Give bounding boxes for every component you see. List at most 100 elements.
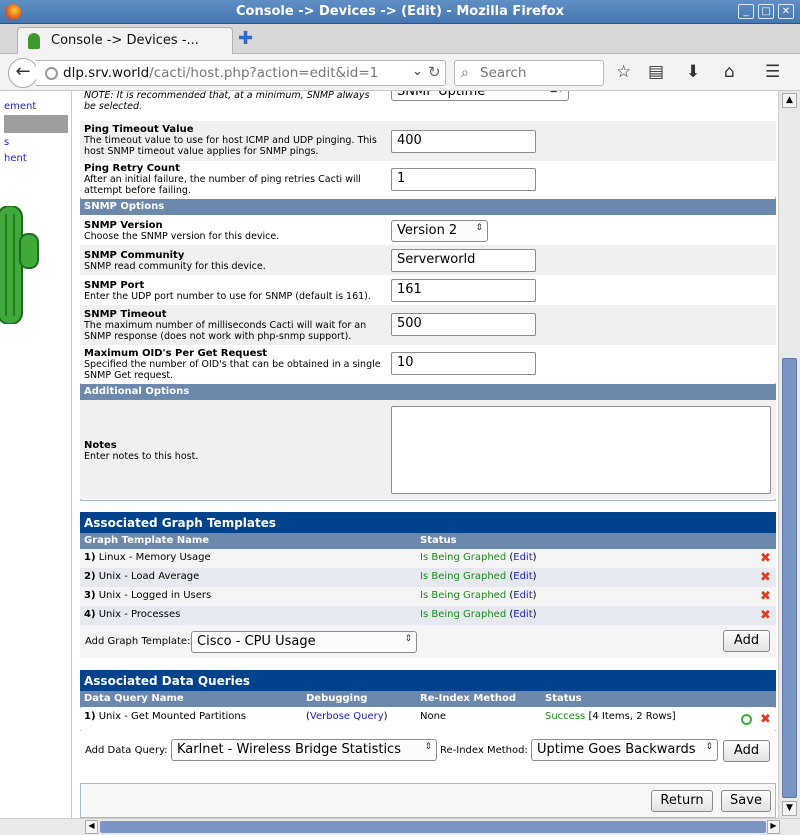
bookmark-star-icon[interactable]: ☆ [616,62,631,82]
horizontal-scrollbar[interactable]: ◀ ▶ [0,818,800,835]
ping-timeout-input[interactable]: 400 [391,130,536,153]
sidebar: ement s hent [0,91,72,818]
form-row-snmp-version: SNMP Version Choose the SNMP version for … [80,215,776,245]
vertical-scrollbar[interactable]: ▲ ▼ [778,91,800,818]
col-data-query-name: Data Query Name [84,693,184,704]
edit-link[interactable]: Edit [513,552,532,563]
ping-retry-label: Ping Retry Count [84,163,180,174]
scrollbar-thumb[interactable] [782,358,797,798]
new-tab-icon[interactable]: ✚ [238,28,253,49]
table-row: 3) Unix - Logged in Users Is Being Graph… [80,587,776,606]
menu-icon[interactable]: ☰ [765,62,780,82]
chevron-updown-icon: ⇕ [475,223,483,233]
search-input[interactable]: ⌕ Search [454,60,604,86]
form-row-snmp-port: SNMP Port Enter the UDP port number to us… [80,275,776,305]
chevron-updown-icon: ⇕ [705,742,713,752]
tab-console-devices[interactable]: Console -> Devices -... [17,27,233,55]
col-graph-template-name: Graph Template Name [84,535,210,546]
ping-retry-input[interactable]: 1 [391,168,536,191]
max-oids-desc: Specified the number of OID's that can b… [84,359,381,381]
reindex-method-select[interactable]: Uptime Goes Backwards ⇕ [531,739,718,761]
verbose-query-link[interactable]: Verbose Query [310,711,384,722]
graph-template-name: Unix - Processes [98,609,181,620]
snmp-timeout-input[interactable]: 500 [391,313,536,336]
max-oids-input[interactable]: 10 [391,352,536,375]
table-row: 4) Unix - Processes Is Being Graphed (Ed… [80,606,776,625]
col-debugging: Debugging [306,693,368,704]
snmp-community-input[interactable]: Serverworld [391,249,536,272]
add-data-query-label: Add Data Query: [85,745,168,756]
scroll-left-icon[interactable]: ◀ [85,820,98,834]
window-titlebar: Console -> Devices -> (Edit) - Mozilla F… [0,0,800,24]
tab-bar: Console -> Devices -... [0,24,800,55]
graph-templates-header-row: Graph Template Name Status [80,533,776,549]
save-button[interactable]: Save [721,790,771,812]
home-icon[interactable]: ⌂ [724,62,735,82]
delete-icon[interactable]: ✖ [760,609,771,622]
close-icon[interactable]: ✕ [778,4,794,19]
snmp-timeout-desc: The maximum number of milliseconds Cacti… [84,320,367,342]
main-content: NOTE: It is recommended that, at a minim… [72,91,778,818]
edit-link[interactable]: Edit [513,609,532,620]
chevron-down-icon[interactable]: ⌄ [412,64,423,79]
availability-select[interactable]: SNMP Uptime▲▼ [391,91,569,101]
reload-query-icon[interactable] [741,714,752,725]
delete-icon[interactable]: ✖ [760,552,771,565]
window-title: Console -> Devices -> (Edit) - Mozilla F… [236,4,564,19]
minimize-icon[interactable]: _ [738,4,754,19]
col-status: Status [545,693,582,704]
notes-desc: Enter notes to this host. [84,451,199,462]
add-data-query-button[interactable]: Add [723,740,770,762]
additional-options-header: Additional Options [80,384,776,400]
graph-status: Is Being Graphed [420,609,507,620]
chevron-updown-icon: ⇕ [424,742,432,752]
maximize-icon[interactable]: □ [758,4,774,19]
snmp-version-desc: Choose the SNMP version for this device. [84,231,280,242]
availability-note: NOTE: It is recommended that, at a minim… [84,91,370,112]
scroll-up-icon[interactable]: ▲ [782,93,797,108]
form-row-snmp-community: SNMP Community SNMP read community for th… [80,245,776,275]
url-host: dlp.srv.world [63,65,150,81]
graph-templates-title: Associated Graph Templates [80,512,776,533]
form-row-ping-timeout: Ping Timeout Value The timeout value to u… [80,121,776,161]
reload-icon[interactable]: ↻ [428,63,441,81]
download-icon[interactable]: ⬇ [686,62,700,82]
sidebar-item-selected[interactable] [4,115,68,133]
url-path: /cacti/host.php?action=edit&id=1 [149,65,379,81]
url-bar[interactable]: dlp.srv.world/cacti/host.php?action=edit… [36,60,446,86]
navigation-bar: ← dlp.srv.world/cacti/host.php?action=ed… [0,54,800,91]
sidebar-item-management[interactable]: ement [4,101,36,112]
snmp-version-select[interactable]: Version 2 ⇕ [391,220,488,242]
sidebar-item-s[interactable]: s [4,137,9,148]
snmp-version-label: SNMP Version [84,220,163,231]
cactus-favicon-icon [28,33,40,49]
data-queries-title: Associated Data Queries [80,670,776,691]
delete-icon[interactable]: ✖ [760,590,771,603]
delete-icon[interactable]: ✖ [760,713,771,726]
table-row: 1) Linux - Memory Usage Is Being Graphed… [80,549,776,568]
add-graph-template-button[interactable]: Add [723,630,770,652]
scroll-right-icon[interactable]: ▶ [767,820,780,834]
scroll-down-icon[interactable]: ▼ [782,801,797,816]
notes-label: Notes [84,440,117,451]
snmp-community-label: SNMP Community [84,250,185,261]
add-graph-template-label: Add Graph Template: [85,636,191,647]
return-button[interactable]: Return [651,790,713,812]
ping-timeout-desc: The timeout value to use for host ICMP a… [84,135,377,157]
back-arrow-icon[interactable]: ← [8,58,38,88]
add-graph-template-select[interactable]: Cisco - CPU Usage ⇕ [191,631,417,653]
delete-icon[interactable]: ✖ [760,571,771,584]
cacti-logo-icon [0,206,39,324]
edit-link[interactable]: Edit [513,590,532,601]
form-row-availability: NOTE: It is recommended that, at a minim… [80,91,776,121]
snmp-port-input[interactable]: 161 [391,279,536,302]
notes-textarea[interactable] [391,406,771,494]
globe-icon [45,67,58,80]
edit-link[interactable]: Edit [513,571,532,582]
table-row: 1) Unix - Get Mounted Partitions (Verbos… [80,708,776,730]
form-footer: Return Save [80,783,776,818]
reading-list-icon[interactable]: ▤ [648,62,664,82]
add-data-query-select[interactable]: Karlnet - Wireless Bridge Statistics ⇕ [171,739,437,761]
sidebar-item-hent[interactable]: hent [4,153,27,164]
scrollbar-thumb[interactable] [100,821,766,833]
